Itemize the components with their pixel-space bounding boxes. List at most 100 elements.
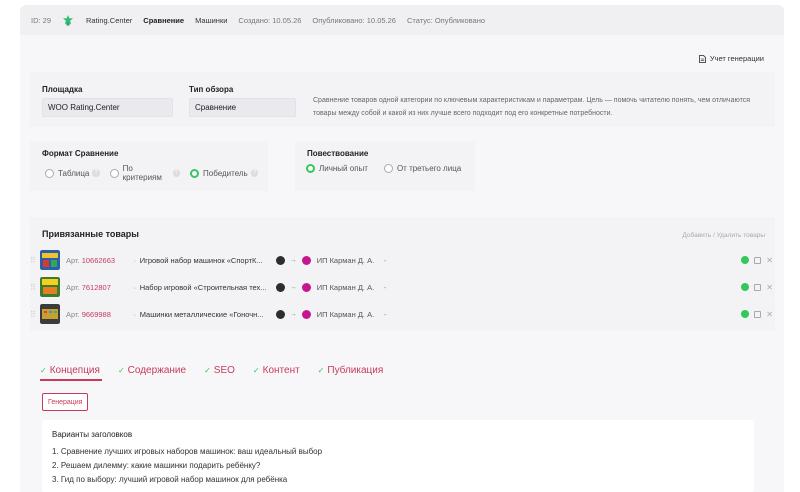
product-image[interactable] — [40, 304, 60, 324]
rating-center-logo-icon — [63, 15, 74, 26]
article-label: Арт. — [66, 255, 80, 265]
tab-label: Контент — [262, 365, 300, 376]
seller-name: ИП Карман Д. А. — [316, 282, 375, 292]
review-type-description: Сравнение товаров одной категории по клю… — [313, 97, 750, 117]
price-placeholder: - — [383, 309, 387, 319]
tab-concept[interactable]: ✓ Концепция — [40, 365, 102, 381]
status-ok-icon — [741, 283, 750, 291]
product-row: ⠿ Арт. 7612807 · Набор игровой «Строител… — [30, 274, 775, 300]
check-icon: ✓ — [117, 366, 125, 375]
section-tabs: ✓ Концепция ✓ Содержание ✓ SEO ✓ Контент… — [40, 365, 401, 381]
document-icon — [698, 54, 706, 63]
marketplace-icon — [275, 255, 285, 265]
format-radio-winner[interactable] — [190, 168, 200, 178]
help-icon[interactable]: ? — [92, 169, 100, 177]
narration-radio-personal[interactable] — [306, 164, 315, 173]
status-ok-icon — [741, 256, 750, 264]
narration-label: Повествование — [307, 149, 369, 158]
settings-card: Площадка WOO Rating.Center Тип обзора Ср… — [30, 72, 775, 127]
article-number[interactable]: 10662663 — [82, 256, 130, 265]
headline-variant[interactable]: 3. Гид по выбору: лучший игровой набор м… — [52, 473, 744, 487]
generation-log-link[interactable]: Учет генерации — [698, 54, 764, 63]
format-options: Таблица ? По критериям ? Победитель ? — [45, 164, 268, 182]
archive-icon[interactable] — [754, 283, 762, 291]
wildberries-icon — [301, 309, 311, 319]
article-label: Арт. — [66, 282, 80, 292]
status-label: Статус: Опубликовано — [406, 15, 486, 25]
narration-radio-third-person[interactable] — [383, 164, 393, 173]
tab-content[interactable]: ✓ Контент — [253, 365, 300, 376]
article-number[interactable]: 9669988 — [82, 310, 130, 319]
product-name[interactable]: Игровой набор машинок «СпортК... — [140, 256, 270, 265]
check-icon: ✓ — [204, 366, 211, 375]
article-number[interactable]: 7612807 — [82, 283, 130, 292]
article-id: ID: 29 — [31, 15, 52, 25]
archive-icon[interactable] — [754, 310, 762, 318]
format-label: Формат Сравнение — [42, 149, 119, 158]
marketplace-icon — [275, 282, 285, 292]
format-radio-table[interactable] — [45, 168, 54, 178]
breadcrumb-site[interactable]: Rating.Center — [86, 16, 132, 25]
breadcrumb-topic[interactable]: Машинки — [195, 16, 227, 25]
archive-icon[interactable] — [754, 256, 762, 264]
tab-seo[interactable]: ✓ SEO — [204, 365, 235, 376]
created-date: Создано: 10.05.26 — [238, 15, 302, 25]
breadcrumb-type[interactable]: Сравнение — [143, 16, 184, 25]
price-placeholder: - — [383, 255, 387, 265]
row-actions: ✕ — [741, 310, 773, 319]
row-actions: ✕ — [741, 256, 773, 265]
headline-variant[interactable]: 1. Сравнение лучших игровых наборов маши… — [52, 445, 744, 459]
product-image[interactable] — [40, 277, 60, 297]
headline-variants-title: Варианты заголовков — [52, 430, 133, 439]
close-icon[interactable]: ✕ — [766, 283, 773, 292]
price-placeholder: - — [383, 282, 387, 292]
narration-option-third-person[interactable]: От третьего лица — [397, 164, 461, 173]
arrow-right-icon: → — [289, 256, 297, 264]
separator: · — [133, 309, 136, 319]
product-name[interactable]: Набор игровой «Строительная тех... — [140, 283, 270, 292]
help-icon[interactable]: ? — [172, 169, 181, 177]
tab-publication[interactable]: ✓ Публикация — [318, 365, 384, 376]
drag-handle-icon[interactable]: ⠿ — [30, 310, 36, 319]
headline-variants-panel: Варианты заголовков 1. Сравнение лучших … — [42, 420, 754, 492]
check-icon: ✓ — [252, 366, 260, 375]
close-icon[interactable]: ✕ — [766, 310, 773, 319]
help-icon[interactable]: ? — [250, 169, 259, 177]
platform-field[interactable]: WOO Rating.Center — [42, 98, 173, 117]
marketplace-icon — [275, 309, 285, 319]
seller-name: ИП Карман Д. А. — [316, 309, 375, 319]
review-type-field[interactable]: Сравнение — [189, 98, 296, 117]
narration-card: Повествование Личный опыт От третьего ли… — [295, 141, 475, 191]
format-radio-criteria[interactable] — [109, 168, 119, 178]
narration-option-personal[interactable]: Личный опыт — [319, 164, 368, 173]
separator: · — [133, 255, 136, 265]
arrow-right-icon: → — [289, 310, 297, 318]
product-image[interactable] — [40, 250, 60, 270]
platform-label: Площадка — [42, 85, 83, 94]
generation-log-label: Учет генерации — [709, 54, 764, 63]
row-actions: ✕ — [741, 283, 773, 292]
arrow-right-icon: → — [289, 283, 297, 291]
product-name[interactable]: Машинки металлические «Гоночн... — [140, 310, 270, 319]
narration-options: Личный опыт От третьего лица — [306, 164, 461, 173]
tab-label: Концепция — [49, 365, 100, 376]
check-icon: ✓ — [40, 366, 47, 375]
add-remove-products-link[interactable]: Добавить / Удалить товары — [682, 232, 765, 239]
tab-content-plan[interactable]: ✓ Содержание — [118, 365, 186, 376]
wildberries-icon — [301, 282, 311, 292]
tab-label: Содержание — [127, 365, 187, 376]
separator: · — [133, 282, 136, 292]
generate-button[interactable]: Генерация — [42, 393, 89, 411]
status-ok-icon — [741, 310, 750, 318]
check-icon: ✓ — [317, 366, 325, 375]
drag-handle-icon[interactable]: ⠿ — [30, 283, 36, 292]
drag-handle-icon[interactable]: ⠿ — [30, 256, 36, 265]
format-card: Формат Сравнение Таблица ? По критериям … — [30, 141, 268, 191]
tab-label: Публикация — [327, 365, 384, 376]
format-option-table[interactable]: Таблица — [58, 169, 89, 178]
format-option-criteria[interactable]: По критериям — [123, 164, 170, 182]
headline-variant[interactable]: 2. Решаем дилемму: какие машинки подарит… — [52, 459, 744, 473]
format-option-winner[interactable]: Победитель — [203, 169, 248, 178]
close-icon[interactable]: ✕ — [766, 256, 773, 265]
published-date: Опубликовано: 10.05.26 — [312, 15, 396, 25]
